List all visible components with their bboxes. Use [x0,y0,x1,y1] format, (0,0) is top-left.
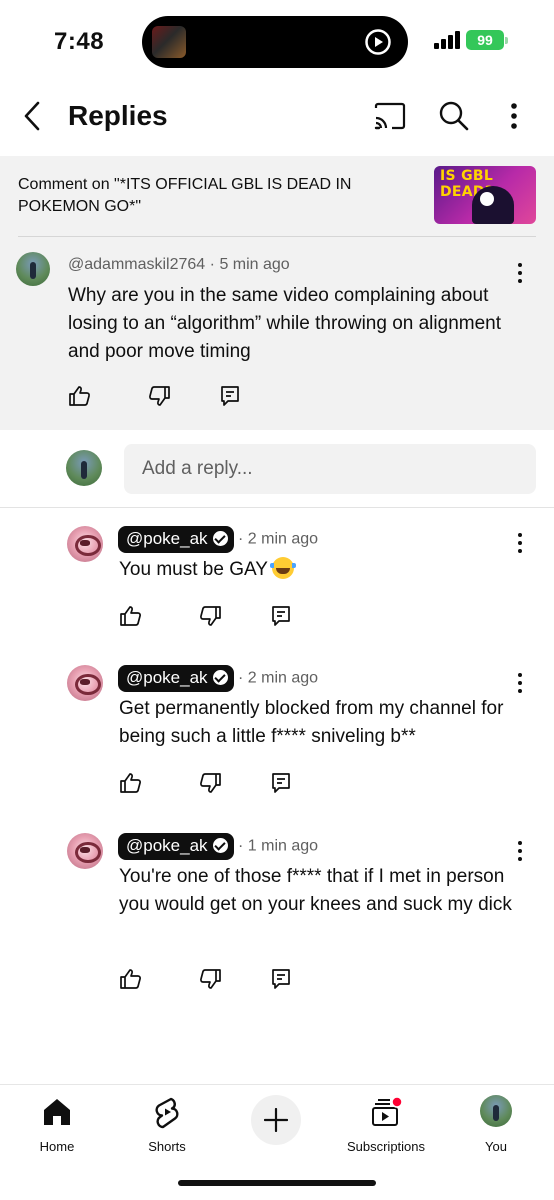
you-avatar [480,1095,512,1127]
status-time: 7:48 [54,28,105,55]
play-circle-icon[interactable] [364,28,392,56]
comment-text: You're one of those f**** that if I met … [119,866,512,915]
reply-input[interactable]: Add a reply... [124,444,536,494]
comment-time: 2 min ago [247,669,319,687]
video-thumbnail[interactable]: IS GBL DEAD? [434,166,536,224]
verified-check-icon [212,838,228,853]
battery-indicator: 99 [466,30,504,50]
video-reference[interactable]: Comment on "*ITS OFFICIAL GBL IS DEAD IN… [18,174,418,218]
plus-icon [264,1108,288,1132]
creator-handle-chip[interactable]: @poke_ak [118,665,234,692]
nav-label-shorts: Shorts [148,1139,186,1154]
comment-author: @poke_ak [126,668,208,687]
thumbs-up-icon[interactable] [119,967,143,991]
creator-handle-chip[interactable]: @poke_ak [118,833,234,860]
comment-time: 1 min ago [247,837,319,855]
now-playing-thumbnail [152,26,186,58]
more-vert-icon[interactable] [510,672,530,694]
status-bar: 7:48 99 [0,0,554,84]
comment-time: 5 min ago [219,256,290,273]
thumbs-down-icon[interactable] [198,967,222,991]
parent-comment-section: Comment on "*ITS OFFICIAL GBL IS DEAD IN… [0,156,554,430]
comment-actions [119,967,319,993]
separator-dot: · [237,669,244,687]
shorts-icon [155,1097,179,1129]
thumbs-up-icon[interactable] [119,771,143,795]
avatar[interactable] [67,833,103,869]
separator-dot: · [237,530,244,548]
nav-label-home: Home [39,1139,75,1154]
comment-meta: @poke_ak · 2 min ago [118,526,318,553]
comment-meta: @adammaskil2764 · 5 min ago [68,256,290,274]
nav-home[interactable]: Home [2,1095,112,1165]
more-vert-icon[interactable] [510,262,530,284]
signal-icon [434,31,460,49]
nav-you[interactable]: You [441,1095,551,1165]
thumbs-down-icon[interactable] [147,384,171,408]
comment-text: Why are you in the same video complainin… [68,285,502,362]
app-header: Replies [0,84,554,156]
subscriptions-icon [372,1096,403,1126]
home-indicator [178,1180,376,1186]
comment-author[interactable]: @adammaskil2764 [68,256,205,273]
battery-tip [505,37,508,44]
comment-text: You must be GAY [119,556,519,584]
comment-reply-icon[interactable] [269,771,293,795]
comment-reply-icon[interactable] [269,967,293,991]
creator-handle-chip[interactable]: @poke_ak [118,526,234,553]
more-vert-icon[interactable] [510,840,530,862]
back-arrow-icon[interactable] [18,98,50,134]
comment-author: @poke_ak [126,529,208,548]
divider [18,236,536,237]
comment-meta: @poke_ak · 1 min ago [118,833,318,860]
more-vert-icon[interactable] [510,532,530,554]
comment-reply-icon[interactable] [218,384,242,408]
laughing-emoji-icon [269,557,296,579]
nav-subscriptions[interactable]: Subscriptions [331,1095,441,1165]
thumbs-down-icon[interactable] [198,604,222,628]
more-vert-icon[interactable] [496,98,532,134]
verified-check-icon [212,531,228,546]
nav-shorts[interactable]: Shorts [112,1095,222,1165]
thumbs-down-icon[interactable] [198,771,222,795]
page-title: Replies [68,100,168,131]
reply-composer: Add a reply... [0,430,554,508]
separator-dot: · [209,256,215,273]
nav-label-subscriptions: Subscriptions [346,1139,426,1154]
comment-actions [119,771,319,797]
current-user-avatar [66,450,102,486]
dynamic-island[interactable] [142,16,408,68]
comment-actions [119,604,319,630]
comment-time: 2 min ago [247,530,319,548]
create-button[interactable] [251,1095,301,1145]
thumbnail-figure-eye [480,192,494,206]
avatar[interactable] [67,665,103,701]
verified-check-icon [212,670,228,685]
thumbs-up-icon[interactable] [119,604,143,628]
comment-body: You must be GAY [119,559,268,580]
comment-author: @poke_ak [126,836,208,855]
nav-label-you: You [485,1139,507,1154]
home-icon [44,1099,70,1125]
search-icon[interactable] [436,98,472,134]
comment-text: Get permanently blocked from my channel … [119,698,504,747]
comment-reply-icon[interactable] [269,604,293,628]
avatar[interactable] [67,526,103,562]
thumbnail-figure [472,186,514,224]
comment-meta: @poke_ak · 2 min ago [118,665,318,692]
thumbs-up-icon[interactable] [68,384,92,408]
cast-icon[interactable] [372,98,408,134]
avatar[interactable] [16,252,50,286]
comment-actions [68,384,268,410]
separator-dot: · [237,837,244,855]
